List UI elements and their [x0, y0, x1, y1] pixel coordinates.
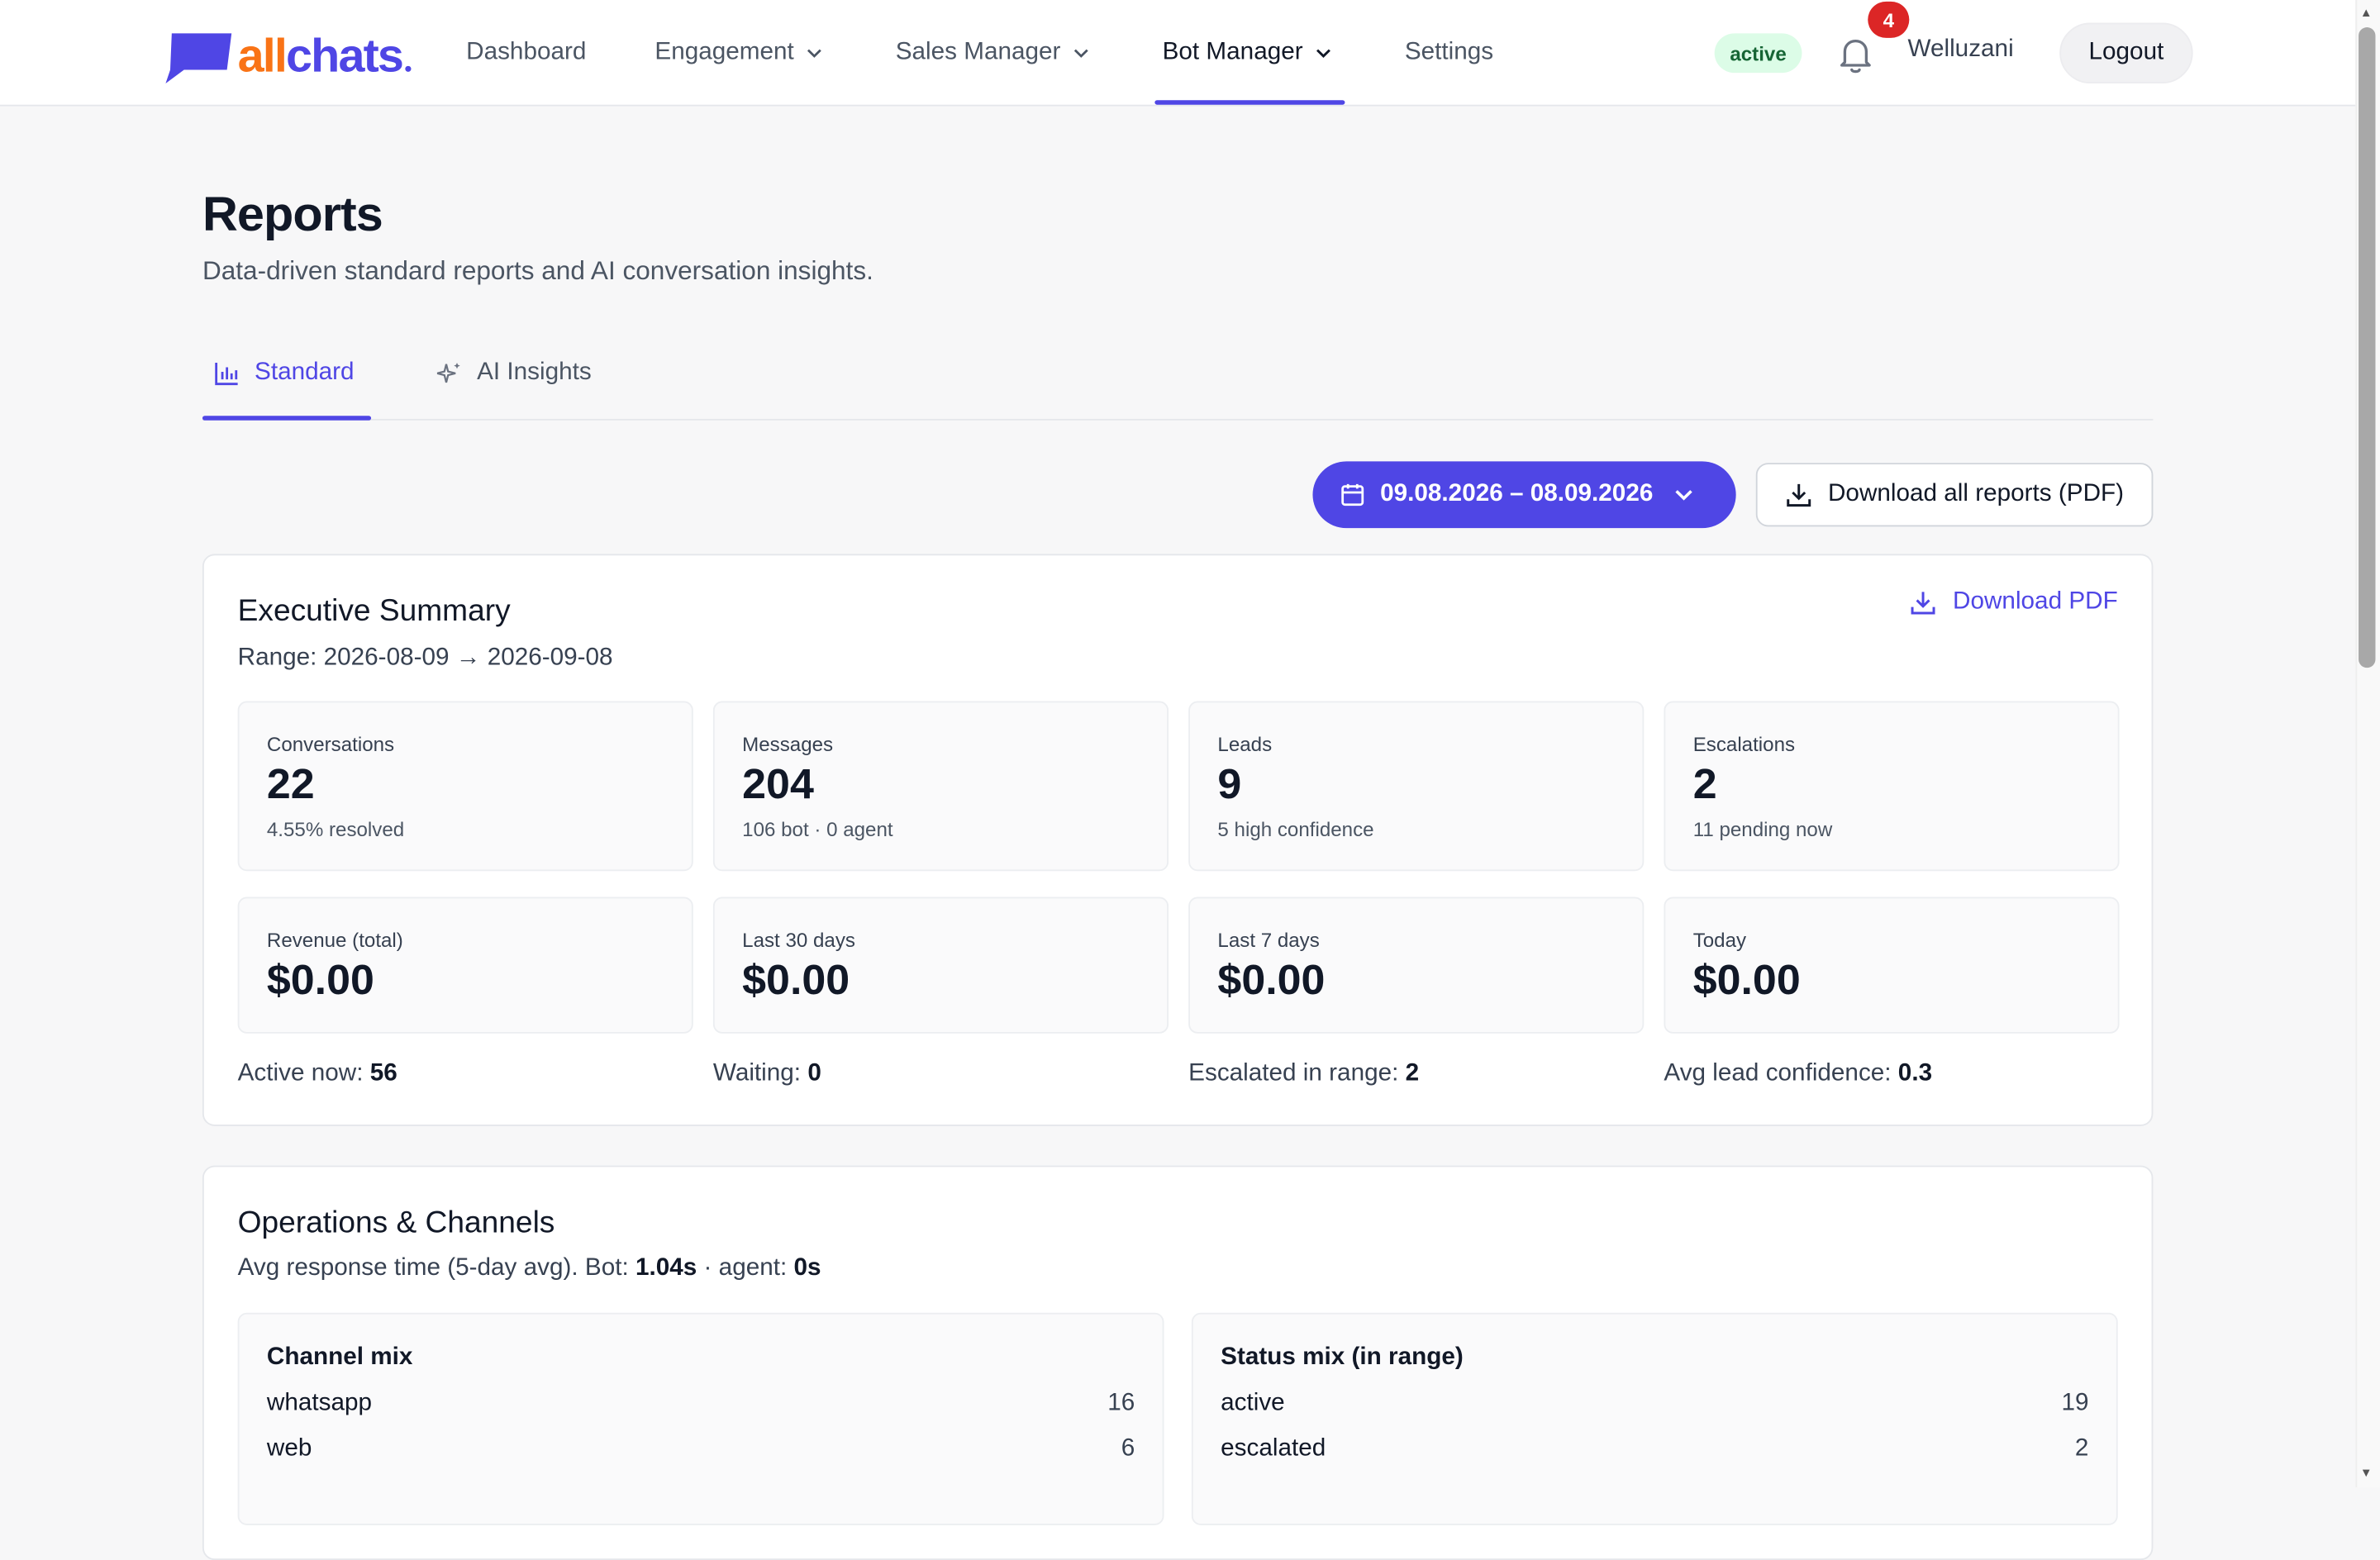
nav-engagement[interactable]: Engagement — [654, 0, 821, 105]
status-mix-panel: Status mix (in range) active 19 escalated… — [1191, 1312, 2118, 1525]
avg-response-time: Avg response time (5-day avg). Bot: 1.04… — [237, 1254, 821, 1282]
chevron-down-icon — [1073, 48, 1088, 57]
stat-card-leads: Leads 9 5 high confidence — [1188, 701, 1645, 872]
nav-bot-manager[interactable]: Bot Manager — [1163, 0, 1330, 105]
logout-button[interactable]: Logout — [2059, 22, 2193, 84]
list-item: escalated 2 — [1221, 1435, 2089, 1462]
brand-dot: ● — [403, 60, 412, 76]
stat-value: $0.00 — [1692, 956, 1801, 1004]
nav-sales-manager[interactable]: Sales Manager — [896, 0, 1088, 105]
page: allchats ● Dashboard Engagement Sales Ma… — [0, 0, 2380, 1560]
status-badge: active — [1714, 33, 1802, 74]
status-mix-title: Status mix (in range) — [1221, 1344, 1464, 1371]
chevron-down-icon — [1316, 48, 1330, 58]
operations-channels-card: Operations & Channels Avg response time … — [202, 1165, 2154, 1560]
date-range-picker[interactable]: 09.08.2026 – 08.09.2026 — [1312, 461, 1736, 529]
tab-active-indicator — [202, 416, 372, 421]
stat-label: Conversations — [266, 733, 395, 756]
bar-chart-icon — [215, 362, 238, 386]
stat-value: 2 — [1692, 760, 1717, 808]
brand-name: allchats — [237, 28, 404, 83]
stat-label: Leads — [1217, 733, 1273, 756]
sparkles-icon — [436, 362, 460, 383]
stat-value: 22 — [266, 760, 315, 808]
stat-note: 4.55% resolved — [266, 817, 405, 841]
bell-icon[interactable] — [1834, 33, 1877, 75]
tab-standard[interactable]: Standard — [215, 355, 355, 392]
stat-label: Escalations — [1692, 733, 1796, 756]
scroll-up-arrow-icon[interactable]: ▲ — [2360, 6, 2373, 20]
stat-label: Messages — [742, 733, 834, 756]
nav-settings[interactable]: Settings — [1405, 0, 1493, 105]
inline-stat-waiting: Waiting: 0 — [712, 1060, 821, 1087]
stat-note: 5 high confidence — [1217, 817, 1374, 841]
list-item: web 6 — [266, 1435, 1135, 1462]
inline-stat-escalated-in-range: Escalated in range: 2 — [1188, 1060, 1420, 1087]
top-navbar: allchats ● Dashboard Engagement Sales Ma… — [0, 0, 2356, 107]
stat-label: Revenue (total) — [266, 929, 403, 952]
inline-stat-active-now: Active now: 56 — [237, 1060, 397, 1087]
download-icon — [1911, 592, 1936, 615]
stat-value: $0.00 — [742, 956, 850, 1004]
operations-title: Operations & Channels — [237, 1206, 555, 1240]
chevron-down-icon — [1675, 490, 1692, 501]
scroll-down-arrow-icon[interactable]: ▼ — [2360, 1466, 2373, 1480]
inline-stat-avg-lead-confidence: Avg lead confidence: 0.3 — [1664, 1060, 1933, 1087]
stat-card-conversations: Conversations 22 4.55% resolved — [237, 701, 693, 872]
notification-count-badge: 4 — [1868, 1, 1910, 38]
page-subtitle: Data-driven standard reports and AI conv… — [202, 256, 873, 286]
stat-card-revenue-today: Today $0.00 — [1664, 897, 2120, 1034]
stat-value: $0.00 — [266, 956, 374, 1004]
list-item: active 19 — [1221, 1390, 2089, 1416]
list-item: whatsapp 16 — [266, 1390, 1135, 1416]
download-all-reports-button[interactable]: Download all reports (PDF) — [1755, 463, 2154, 527]
stat-note: 106 bot · 0 agent — [742, 817, 893, 841]
nav-active-indicator — [1154, 100, 1345, 105]
download-pdf-link[interactable]: Download PDF — [1910, 589, 2118, 616]
chat-bubble-icon — [165, 33, 232, 84]
tab-ai-insights[interactable]: AI Insights — [436, 355, 592, 392]
download-icon — [1787, 483, 1811, 507]
app-viewport: allchats ● Dashboard Engagement Sales Ma… — [0, 0, 2380, 1560]
stat-value: 204 — [742, 760, 814, 808]
scrollbar-thumb[interactable] — [2359, 27, 2376, 668]
nav-dashboard[interactable]: Dashboard — [466, 0, 586, 105]
executive-summary-title: Executive Summary — [237, 594, 511, 629]
stat-card-escalations: Escalations 2 11 pending now — [1664, 701, 2120, 872]
stat-card-revenue-7-days: Last 7 days $0.00 — [1188, 897, 1645, 1034]
channel-mix-title: Channel mix — [266, 1344, 413, 1371]
executive-summary-card: Executive Summary Range: 2026-08-09 → 20… — [202, 554, 2154, 1126]
stat-value: 9 — [1217, 760, 1242, 808]
page-title: Reports — [202, 186, 383, 242]
stat-label: Last 30 days — [742, 929, 855, 952]
channel-mix-panel: Channel mix whatsapp 16 web 6 — [237, 1312, 1164, 1525]
date-range-value: 09.08.2026 – 08.09.2026 — [1380, 481, 1654, 507]
brand-logo[interactable]: allchats ● — [163, 27, 412, 85]
executive-summary-range: Range: 2026-08-09 → 2026-09-08 — [237, 644, 613, 671]
tabs-divider — [202, 418, 2154, 421]
stat-card-messages: Messages 204 106 bot · 0 agent — [712, 701, 1169, 872]
stat-label: Today — [1692, 929, 1747, 952]
calendar-icon — [1341, 483, 1364, 507]
stat-note: 11 pending now — [1692, 817, 1833, 841]
username: Welluzani — [1907, 36, 2014, 63]
stat-label: Last 7 days — [1217, 929, 1320, 952]
chevron-down-icon — [807, 48, 821, 57]
stat-card-revenue-30-days: Last 30 days $0.00 — [712, 897, 1169, 1034]
stat-value: $0.00 — [1217, 956, 1326, 1004]
stat-card-revenue-total: Revenue (total) $0.00 — [237, 897, 693, 1034]
